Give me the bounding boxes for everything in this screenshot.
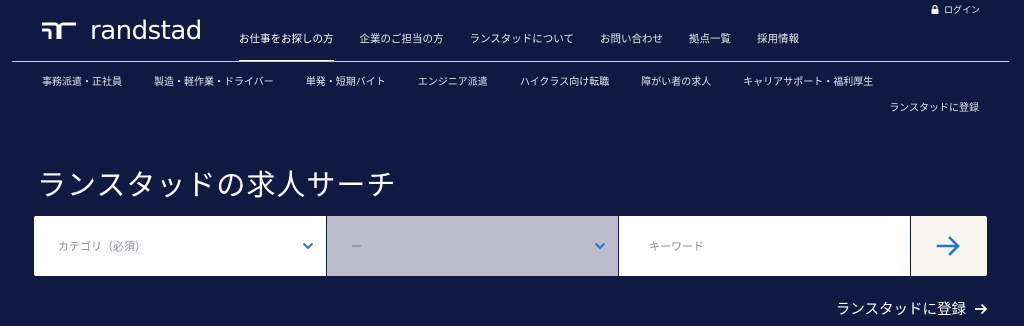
randstad-logo-mark-icon [42,22,76,39]
sub-nav-item-engineer[interactable]: エンジニア派遣 [418,73,488,88]
search-title: ランスタッドの求人サーチ [37,168,397,202]
nav-item-contact[interactable]: お問い合わせ [600,31,663,62]
category-select-label: カテゴリ（必須） [58,240,146,253]
main-navigation: お仕事をお探しの方 企業のご担当の方 ランスタッドについて お問い合わせ 拠点一… [239,31,825,62]
login-link[interactable]: ログイン [931,3,980,16]
register-link-label: ランスタッドに登録 [835,302,966,318]
category-select[interactable]: カテゴリ（必須） [34,216,326,276]
chevron-down-icon [594,242,606,250]
login-label: ログイン [943,6,980,16]
sub-nav-item-high-class[interactable]: ハイクラス向け転職 [520,73,609,88]
nav-divider [12,61,1009,62]
sub-nav-item-disability[interactable]: 障がい者の求人 [641,73,711,88]
nav-item-careers[interactable]: 採用情報 [757,31,799,62]
sub-nav-register-link[interactable]: ランスタッドに登録 [889,99,979,114]
register-link[interactable]: ランスタッドに登録 [836,298,988,319]
sub-nav-item-manufacturing[interactable]: 製造・軽作業・ドライバー [154,73,274,88]
sub-category-select[interactable]: ー [326,216,618,276]
arrow-right-icon [975,303,988,314]
nav-item-about[interactable]: ランスタッドについて [470,31,574,62]
search-submit-button[interactable] [910,216,987,276]
sub-navigation: 事務派遣・正社員 製造・軽作業・ドライバー 単発・短期バイト エンジニア派遣 ハ… [42,73,905,88]
lock-icon [931,5,939,14]
sub-category-select-value: ー [351,240,362,253]
brand-name: randstad [90,16,202,46]
sub-nav-item-short-term[interactable]: 単発・短期バイト [306,73,386,88]
nav-item-companies[interactable]: 企業のご担当の方 [360,31,444,62]
arrow-right-icon [936,236,960,256]
chevron-down-icon [302,242,314,250]
nav-item-job-seekers[interactable]: お仕事をお探しの方 [239,31,334,62]
nav-item-locations[interactable]: 拠点一覧 [689,31,731,62]
randstad-logo[interactable]: randstad [42,18,202,44]
sub-nav-item-career-support[interactable]: キャリアサポート・福利厚生 [743,73,873,88]
sub-nav-item-office[interactable]: 事務派遣・正社員 [42,73,122,88]
keyword-input[interactable] [649,239,910,253]
job-search-form: カテゴリ（必須） ー [34,216,988,276]
keyword-field[interactable] [618,216,910,276]
